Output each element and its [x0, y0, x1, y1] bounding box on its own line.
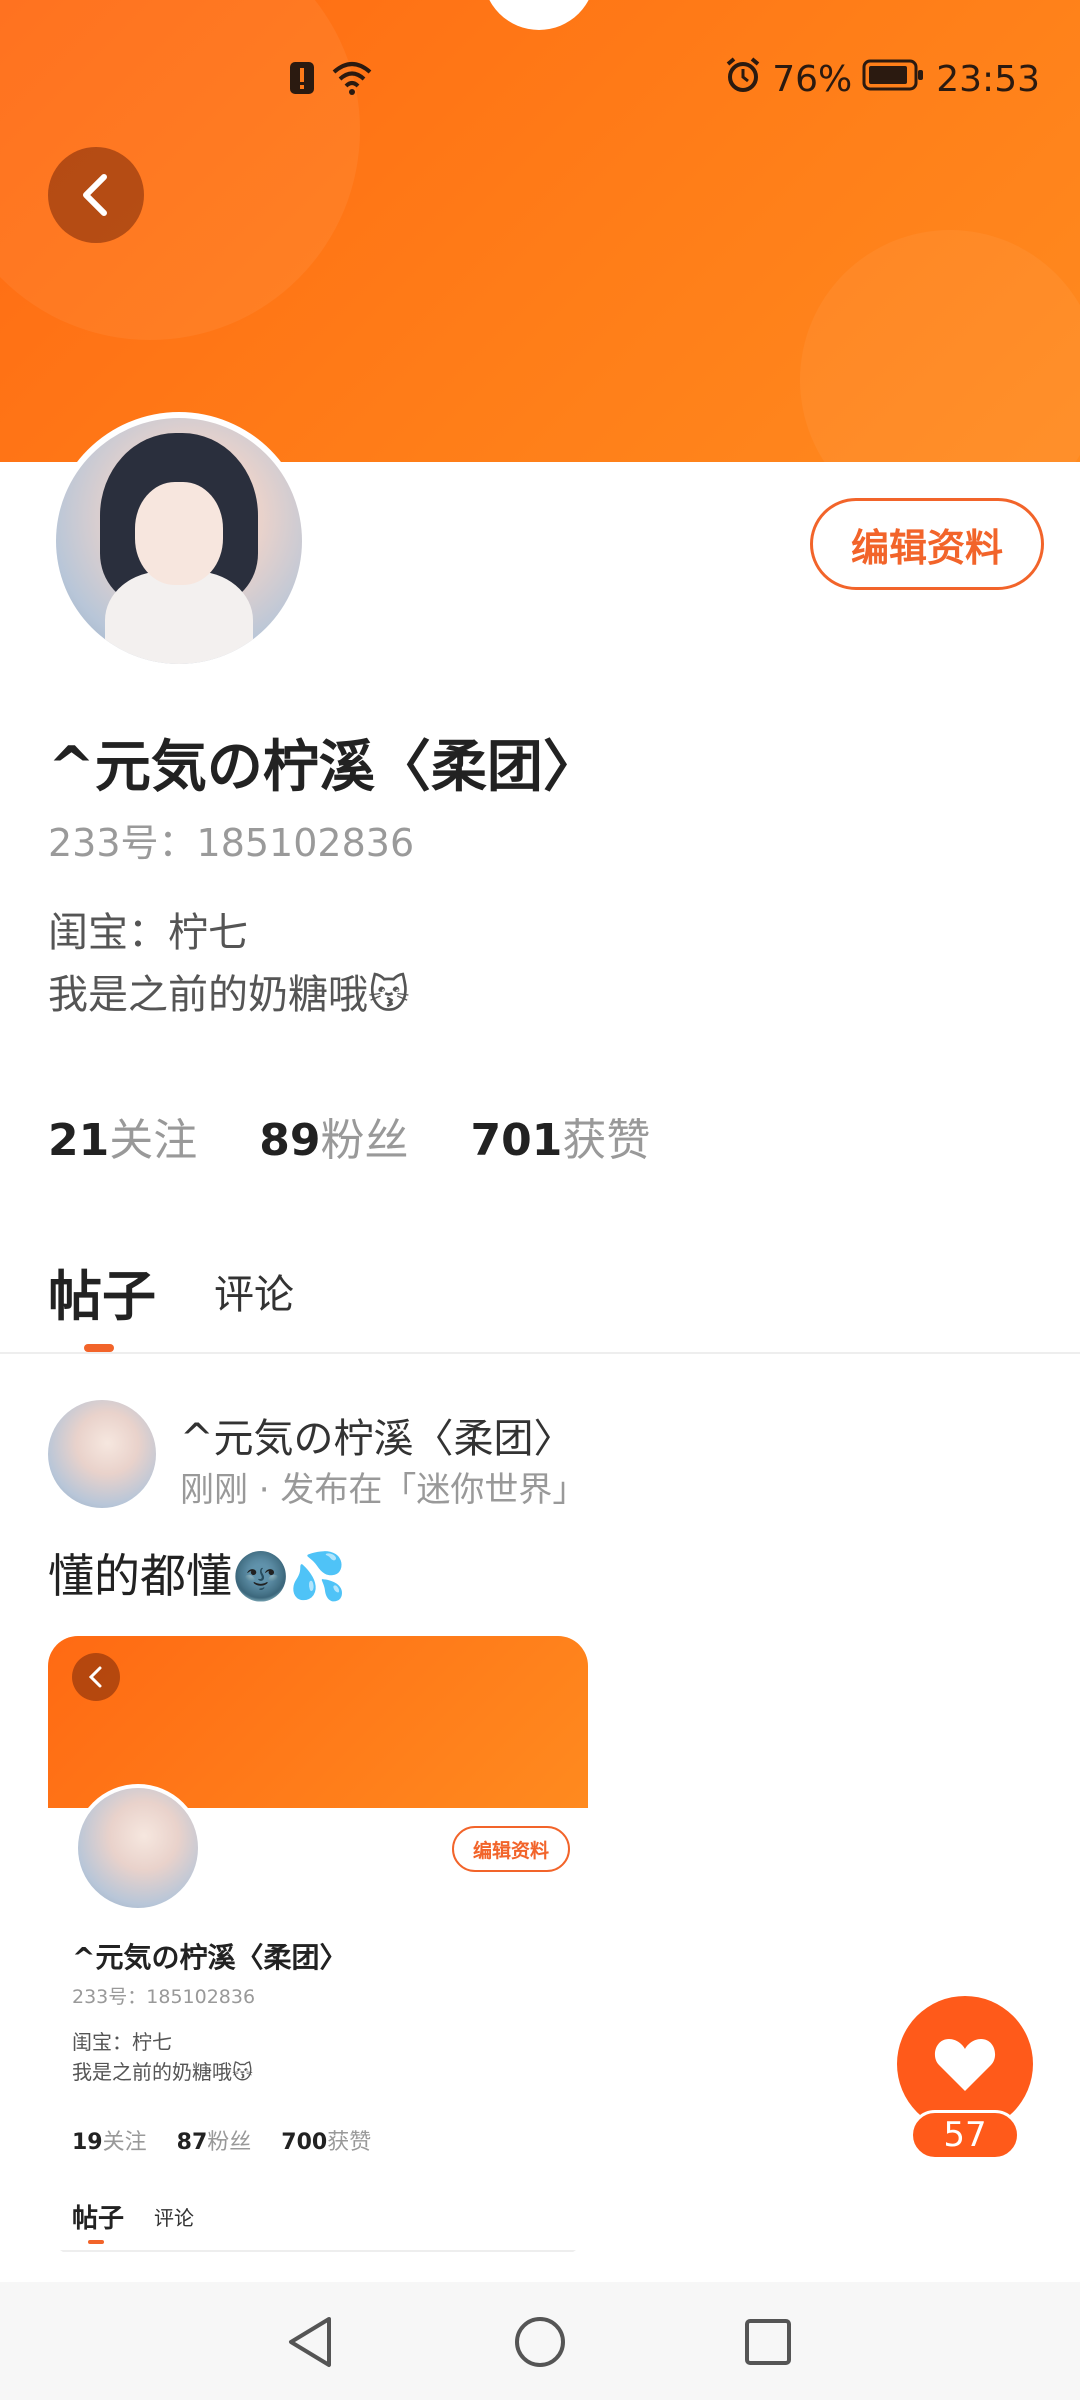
- post-meta: 刚刚 · 发布在「迷你世界」: [180, 1470, 587, 1510]
- battery-icon: [862, 58, 926, 101]
- tab-comments[interactable]: 评论: [214, 1262, 294, 1320]
- thumb-divider: [48, 2250, 588, 2252]
- thumb-username: ^元気の柠溪〈柔团〉: [72, 1941, 348, 1974]
- alert-icon: [288, 60, 316, 105]
- like-count: 57: [910, 2110, 1020, 2160]
- post-author-avatar[interactable]: [48, 1400, 156, 1508]
- post-text: 懂的都懂🌚💦: [48, 1549, 347, 1603]
- divider: [0, 1352, 1080, 1354]
- banner-decoration: [800, 230, 1080, 462]
- thumb-bio-line: 我是之前的奶糖哦😽: [72, 2060, 253, 2084]
- tab-indicator: [84, 1344, 114, 1352]
- edit-profile-button[interactable]: 编辑资料: [810, 498, 1044, 590]
- heart-icon: [934, 2039, 996, 2091]
- circle-home-icon: [515, 2317, 565, 2367]
- battery-percent: 76%: [772, 59, 853, 100]
- nav-back-button[interactable]: [280, 2312, 340, 2372]
- username: ^元気の柠溪〈柔团〉: [48, 735, 599, 800]
- bio-line: 闺宝：柠七: [48, 910, 248, 956]
- stat-following[interactable]: 21关注: [48, 1104, 197, 1168]
- nav-home-button[interactable]: [510, 2312, 570, 2372]
- bio-line: 我是之前的奶糖哦😽: [48, 972, 410, 1018]
- profile-stats: 21关注 89粉丝 701获赞: [48, 1104, 650, 1168]
- thumb-tab-comments: 评论: [154, 2206, 194, 2230]
- post-author-name[interactable]: ^元気の柠溪〈柔团〉: [180, 1406, 574, 1464]
- thumb-edit-button: 编辑资料: [452, 1826, 570, 1872]
- thumb-tab-posts: 帖子: [72, 2204, 125, 2234]
- thumb-banner: [48, 1636, 588, 1808]
- thumb-avatar: [74, 1784, 202, 1912]
- wifi-icon: [330, 60, 374, 105]
- stat-likes[interactable]: 701获赞: [470, 1104, 650, 1168]
- thumb-tab-indicator: [88, 2240, 104, 2244]
- thumb-bio-line: 闺宝：柠七: [72, 2030, 172, 2054]
- chevron-left-icon: [83, 174, 107, 216]
- thumb-back-icon: [72, 1653, 120, 1701]
- tab-posts[interactable]: 帖子: [48, 1252, 156, 1331]
- user-id: 233号：185102836: [48, 821, 415, 865]
- status-bar: 76% 23:53: [0, 56, 1080, 106]
- stat-followers[interactable]: 89粉丝: [259, 1104, 408, 1168]
- post-image[interactable]: 编辑资料 ^元気の柠溪〈柔团〉 233号：185102836 闺宝：柠七 我是之…: [48, 1636, 588, 2256]
- profile-tabs: 帖子 评论: [48, 1252, 1048, 1352]
- alarm-icon: [724, 56, 762, 103]
- square-recents-icon: [745, 2319, 791, 2365]
- back-button[interactable]: [48, 147, 144, 243]
- nav-recents-button[interactable]: [738, 2312, 798, 2372]
- system-nav-bar: [0, 2282, 1080, 2400]
- thumb-stats: 19关注 87粉丝 700获赞: [72, 2130, 372, 2155]
- clock: 23:53: [936, 59, 1040, 100]
- thumb-uid: 233号：185102836: [72, 1986, 256, 2008]
- avatar[interactable]: [50, 412, 308, 670]
- triangle-back-icon: [289, 2317, 331, 2367]
